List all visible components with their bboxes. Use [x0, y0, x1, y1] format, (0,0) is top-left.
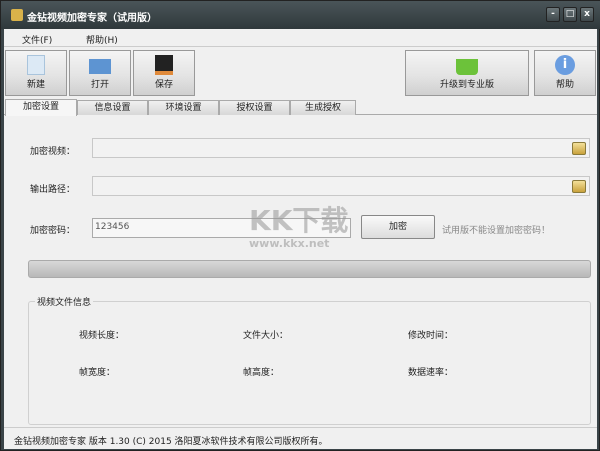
password-label: 加密密码： [30, 226, 76, 236]
new-label: 新建 [26, 80, 45, 90]
video-info-title: 视频文件信息 [35, 295, 94, 308]
save-button[interactable]: 保存 [133, 50, 195, 96]
status-bar: 金钻视频加密专家 版本 1.30 (C) 2015 洛阳夏冰软件技术有限公司版权… [4, 427, 597, 449]
tab-encrypt-settings[interactable]: 加密设置 [5, 99, 77, 116]
trial-note: 试用版不能设置加密密码！ [442, 226, 551, 236]
new-button[interactable]: 新建 [5, 50, 67, 96]
window-title: 金钻视频加密专家（试用版） [27, 13, 157, 24]
upgrade-button[interactable]: 升级到专业版 [405, 50, 529, 96]
status-text: 金钻视频加密专家 版本 1.30 (C) 2015 洛阳夏冰软件技术有限公司版权… [14, 437, 328, 447]
video-input[interactable] [92, 138, 590, 158]
maximize-button[interactable]: □ [563, 7, 577, 22]
app-icon [11, 9, 23, 21]
main-client: 文件(F) 帮助(H) 新建 打开 保存 升级到专业版 i 帮助 加密设置 信息… [4, 29, 597, 449]
tab-bar: 加密设置 信息设置 环境设置 授权设置 生成授权 [4, 99, 597, 116]
open-button[interactable]: 打开 [69, 50, 131, 96]
save-label: 保存 [154, 80, 173, 90]
watermark-logo: KK下载 [249, 204, 349, 237]
new-file-icon [27, 55, 45, 75]
frame-width-label: 帧宽度： [79, 368, 116, 378]
file-size-label: 文件大小： [243, 331, 289, 341]
tab-environment-settings[interactable]: 环境设置 [148, 100, 219, 115]
watermark-url: www.kkx.net [249, 237, 330, 250]
browse-folder-button[interactable] [572, 180, 586, 193]
info-icon: i [555, 55, 575, 75]
upgrade-label: 升级到专业版 [439, 80, 494, 90]
floppy-disk-icon [155, 55, 173, 75]
menu-file[interactable]: 文件(F) [22, 33, 52, 46]
video-length-label: 视频长度： [79, 331, 125, 341]
video-info-group: 视频文件信息 视频长度： 文件大小： 修改时间： 帧宽度： 帧高度： 数据速率： [28, 295, 591, 425]
menu-help[interactable]: 帮助(H) [86, 33, 118, 46]
shopping-basket-icon [456, 59, 478, 75]
frame-height-label: 帧高度： [243, 368, 280, 378]
title-bar: 金钻视频加密专家（试用版） - □ x [1, 1, 600, 29]
open-label: 打开 [90, 80, 109, 90]
help-button[interactable]: i 帮助 [534, 50, 596, 96]
tab-info-settings[interactable]: 信息设置 [77, 100, 148, 115]
encrypt-button[interactable]: 加密 [361, 215, 435, 239]
help-label: 帮助 [555, 80, 574, 90]
close-button[interactable]: x [580, 7, 594, 22]
data-rate-label: 数据速率： [408, 368, 454, 378]
progress-bar [28, 260, 591, 278]
minimize-button[interactable]: - [546, 7, 560, 22]
menu-bar: 文件(F) 帮助(H) [4, 29, 597, 47]
video-label: 加密视频： [30, 147, 76, 157]
tab-generate-license[interactable]: 生成授权 [290, 100, 356, 115]
browse-video-button[interactable] [572, 142, 586, 155]
modified-time-label: 修改时间： [408, 331, 454, 341]
output-path-input[interactable] [92, 176, 590, 196]
tab-license-settings[interactable]: 授权设置 [219, 100, 290, 115]
output-label: 输出路径： [30, 185, 76, 195]
app-window: 金钻视频加密专家（试用版） - □ x 文件(F) 帮助(H) 新建 打开 保存… [0, 0, 600, 451]
folder-icon [89, 59, 111, 74]
